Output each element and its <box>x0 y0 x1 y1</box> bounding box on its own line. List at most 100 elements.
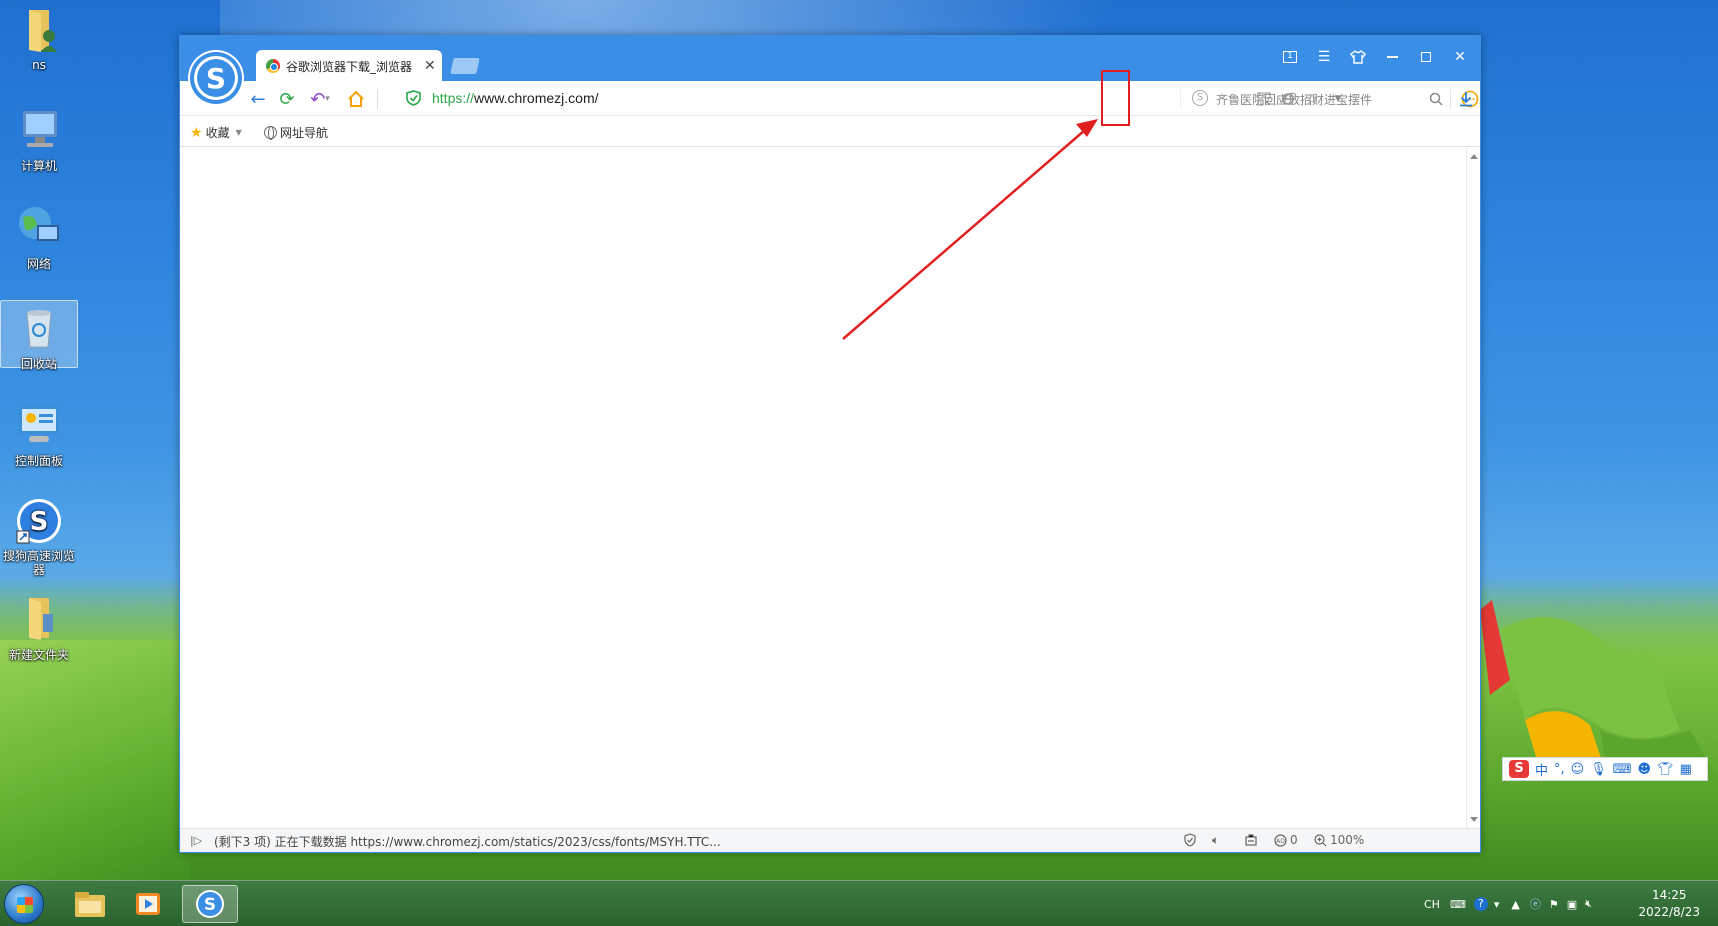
ime-mode-toggle[interactable]: 中 <box>1535 760 1548 779</box>
chrome-favicon-icon <box>266 59 280 73</box>
bookmark-label: 网址导航 <box>280 126 329 140</box>
desktop-icon-label: 回收站 <box>20 357 57 371</box>
recycle-bin-icon <box>15 303 63 351</box>
computer-icon <box>15 105 63 153</box>
star-icon: ★ <box>190 124 203 141</box>
tab-close-icon[interactable]: ✕ <box>424 58 436 74</box>
back-arrow-icon[interactable]: ← <box>246 87 270 111</box>
taskbar-media-player[interactable] <box>120 885 176 923</box>
svg-text:S: S <box>204 895 216 915</box>
close-button[interactable]: ✕ <box>1446 45 1474 69</box>
minimize-button[interactable] <box>1378 45 1406 69</box>
zoom-level: 100% <box>1330 833 1365 847</box>
volume-muted-icon[interactable]: 🔇︎ <box>1585 897 1592 911</box>
sound-icon[interactable]: 🔈︎ <box>1212 833 1219 848</box>
bookmark-favorites[interactable]: ★ 收藏 ▼ <box>190 124 242 141</box>
adblock-counter[interactable]: AD 0 <box>1274 833 1298 847</box>
ime-toolbar[interactable]: S 中 °, ☺ 🎙︎ ⌨ ☻ 👕︎ ▦ <box>1502 757 1708 781</box>
clock[interactable]: 14:25 2022/8/23 <box>1638 887 1700 921</box>
clock-time: 14:25 <box>1651 888 1687 902</box>
chevron-down-icon: ▼ <box>235 128 242 137</box>
scroll-up-arrow-icon[interactable] <box>1470 154 1478 159</box>
search-input[interactable]: 齐鲁医院回应放招财进宝摆件 <box>1216 91 1372 108</box>
show-hidden-icons-icon[interactable]: ▲ <box>1511 898 1519 911</box>
zoom-control[interactable]: 100% <box>1314 833 1364 847</box>
microphone-icon[interactable]: 🎙︎ <box>1590 762 1607 777</box>
adblock-count: 0 <box>1290 833 1298 847</box>
emoji-icon[interactable]: ☺ <box>1571 762 1585 777</box>
ime-punctuation-toggle[interactable]: °, <box>1554 762 1565 777</box>
taskbar-sogou-browser[interactable]: S <box>182 885 238 923</box>
sogou-logo[interactable]: S <box>188 50 244 106</box>
page-content[interactable] <box>180 148 1480 828</box>
browser-tray-icon[interactable]: ⓔ <box>1530 896 1541 912</box>
sidebar-toggle-icon[interactable]: |▷ <box>190 834 202 847</box>
user-folder-icon <box>15 6 63 54</box>
tab-active[interactable]: 谷歌浏览器下载_浏览器 ✕ <box>256 50 442 82</box>
toolbar-divider <box>377 89 378 109</box>
menu-icon[interactable]: ☰ <box>1310 45 1338 69</box>
new-tab-button[interactable] <box>450 58 480 74</box>
windows-logo-icon <box>17 897 33 913</box>
address-bar[interactable]: https://www.chromezj.com/ <box>432 90 599 106</box>
grid-menu-icon[interactable]: ▦ <box>1680 762 1692 777</box>
svg-text:AD: AD <box>1276 838 1285 845</box>
desktop-icon-recycle-bin[interactable]: 回收站 <box>0 300 78 371</box>
search-divider <box>1180 89 1181 109</box>
desktop-icon-computer[interactable]: 计算机 <box>0 105 78 174</box>
ime-settings-icon[interactable]: ▾ <box>1494 898 1500 911</box>
refresh-icon[interactable]: ⟳ <box>275 87 299 111</box>
language-indicator[interactable]: CH <box>1424 898 1440 911</box>
keyboard-layout-icon[interactable]: ⌨ <box>1450 898 1466 911</box>
tab-count: 1 <box>1283 51 1297 63</box>
vertical-scrollbar[interactable] <box>1466 148 1480 828</box>
search-icon[interactable] <box>1426 89 1446 109</box>
url-host: www.chromezj.com/ <box>474 90 599 106</box>
download-icon[interactable] <box>1456 89 1476 109</box>
browser-window: 谷歌浏览器下载_浏览器 ✕ 1 ☰ ✕ S ← ⟳ ↶ ▾ https://www… <box>179 35 1481 853</box>
browser-titlebar[interactable]: 谷歌浏览器下载_浏览器 ✕ 1 ☰ ✕ <box>180 36 1480 82</box>
network-status-icon[interactable]: ▣ <box>1567 898 1577 911</box>
help-icon[interactable]: ? <box>1473 897 1488 911</box>
skin-shirt-icon[interactable]: 👕︎ <box>1657 762 1674 777</box>
status-text: (剩下3 项) 正在下载数据 https://www.chromezj.com/… <box>214 835 721 849</box>
desktop-icon-sogou-browser[interactable]: S 搜狗高速浏览器 <box>0 497 78 577</box>
taskbar: S CH ⌨ ? ▾ ▲ ⓔ ⚑ ▣ 🔇︎ 14:25 2022/8/23 <box>0 880 1718 926</box>
skin-shirt-icon[interactable] <box>1344 45 1372 69</box>
scroll-down-arrow-icon[interactable] <box>1470 817 1478 822</box>
url-scheme: https:// <box>432 90 475 106</box>
tab-list-button[interactable]: 1 <box>1276 45 1304 69</box>
taskbar-explorer[interactable] <box>62 885 118 923</box>
security-shield-icon[interactable] <box>406 90 421 106</box>
bookmark-label: 收藏 <box>205 126 230 140</box>
system-tray: CH ⌨ ? ▾ ▲ ⓔ ⚑ ▣ 🔇︎ <box>1424 881 1592 926</box>
sogou-browser-icon: S <box>196 890 224 918</box>
start-button[interactable] <box>4 884 44 924</box>
window-controls: 1 ☰ ✕ <box>1276 45 1474 69</box>
flag-action-center-icon[interactable]: ⚑ <box>1549 898 1559 911</box>
status-bar: |▷ (剩下3 项) 正在下载数据 https://www.chromezj.c… <box>180 828 1480 852</box>
desktop-icon-network[interactable]: 网络 <box>0 203 78 272</box>
undo-close-icon[interactable]: ↶ ▾ <box>304 87 336 111</box>
search-engine-icon[interactable]: S <box>1192 90 1208 106</box>
desktop-icon-ns[interactable]: ns <box>0 6 78 72</box>
maximize-button[interactable] <box>1412 45 1440 69</box>
security-check-icon[interactable] <box>1183 833 1197 850</box>
wallpaper-flag <box>1480 600 1718 780</box>
network-globe-icon <box>15 203 63 251</box>
home-icon[interactable] <box>344 87 368 111</box>
desktop-icon-control-panel[interactable]: 控制面板 <box>0 400 78 469</box>
control-panel-icon <box>15 400 63 448</box>
sogou-ime-logo-icon: S <box>1509 760 1529 778</box>
tab-title: 谷歌浏览器下载_浏览器 <box>286 59 413 74</box>
desktop-icon-new-folder[interactable]: 新建文件夹 <box>0 594 78 663</box>
screenshot-icon[interactable] <box>1244 833 1258 850</box>
bookmark-site-nav[interactable]: 网址导航 <box>264 124 328 141</box>
keyboard-icon[interactable]: ⌨ <box>1613 762 1632 777</box>
user-icon[interactable]: ☻ <box>1638 762 1652 777</box>
folder-icon <box>15 594 63 642</box>
clock-date: 2022/8/23 <box>1638 905 1700 919</box>
bookmarks-bar: ★ 收藏 ▼ 网址导航 <box>180 116 1480 147</box>
annotation-highlight-box <box>1101 70 1130 126</box>
search-end-divider <box>1450 89 1451 109</box>
